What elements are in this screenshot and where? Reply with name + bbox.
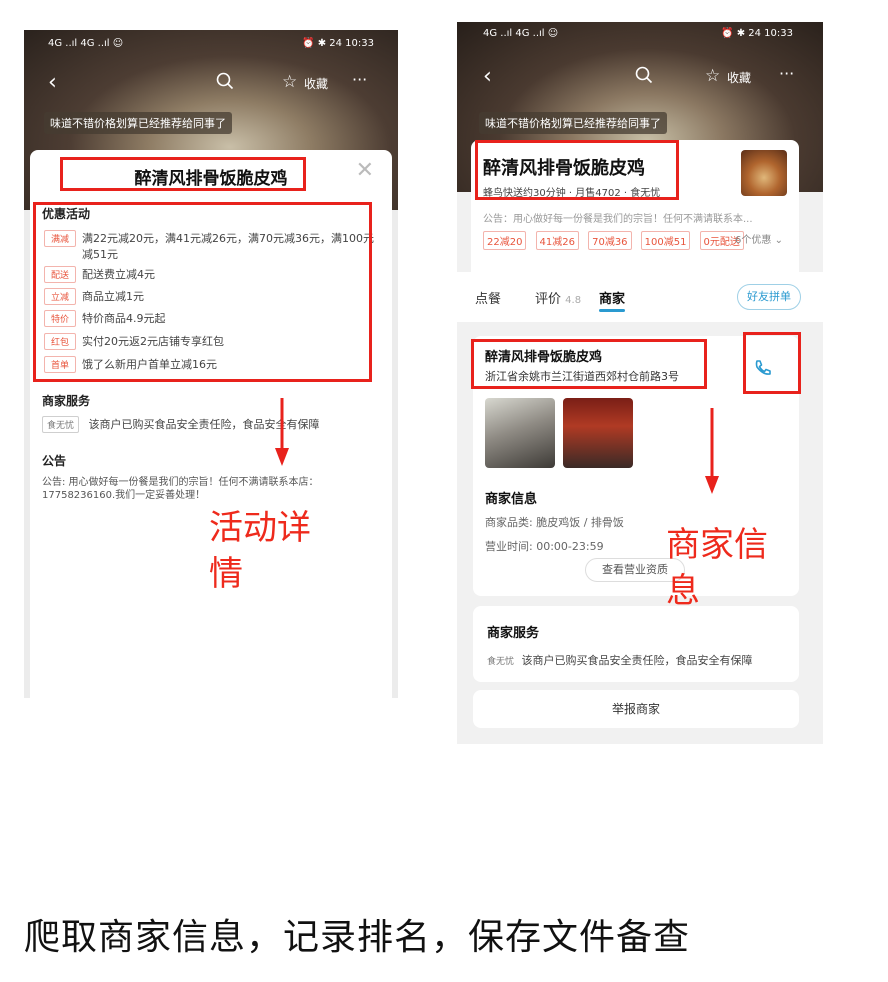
top-nav: ‹ ☆ 收藏 ··· <box>483 64 797 90</box>
service-tag: 食无忧 <box>487 657 515 667</box>
star-icon[interactable]: ☆ <box>705 66 720 86</box>
highlight-box-promotions <box>33 202 372 382</box>
storefront-photo[interactable] <box>563 398 633 468</box>
merchant-category: 商家品类: 脆皮鸡饭 / 排骨饭 <box>485 516 624 529</box>
promotion-detail-sheet: 醉清风排骨饭脆皮鸡 ✕ 优惠活动 满减 满22元减20元，满41元减26元，满7… <box>30 150 392 698</box>
info-heading: 商家信息 <box>485 492 538 507</box>
coupon-tag[interactable]: 70减36 <box>588 231 632 250</box>
favorite-label[interactable]: 收藏 <box>727 69 751 86</box>
annotation-activity-detail: 活动详情 <box>209 508 311 594</box>
left-phone-screenshot: 4G ..ıl 4G ..ıl ☺ ⏰ ✱ 24 10:33 ‹ ☆ 收藏 ··… <box>24 30 398 698</box>
service-row: 食无忧 该商户已购买食品安全责任险，食品安全有保障 <box>487 652 753 668</box>
business-hours: 营业时间: 00:00-23:59 <box>485 540 604 553</box>
highlight-box-phone <box>743 332 801 394</box>
service-tag: 食无忧 <box>42 416 80 433</box>
status-bar: 4G ..ıl 4G ..ıl ☺ ⏰ ✱ 24 10:33 <box>483 28 793 42</box>
notice-heading: 公告 <box>42 454 67 468</box>
caption: 爬取商家信息，记录排名，保存文件备查 <box>24 917 691 958</box>
coupon-tag[interactable]: 22减20 <box>483 231 527 250</box>
service-heading: 商家服务 <box>487 626 540 641</box>
coupon-list: 22减20 41减26 70减36 100减51 0元配送 <box>483 230 748 250</box>
more-icon[interactable]: ··· <box>352 70 367 89</box>
search-icon[interactable] <box>216 72 234 95</box>
favorite-label[interactable]: 收藏 <box>304 75 328 92</box>
coupon-tag[interactable]: 41减26 <box>535 231 579 250</box>
arrow-down-icon <box>275 398 289 466</box>
tab-reviews-label: 评价 <box>535 292 562 307</box>
highlight-box-shop-name <box>475 140 679 200</box>
tab-merchant[interactable]: 商家 <box>599 288 625 307</box>
service-text: 该商户已购买食品安全责任险，食品安全有保障 <box>521 654 753 667</box>
back-icon[interactable]: ‹ <box>48 70 57 95</box>
status-time: ⏰ ✱ 24 10:33 <box>721 28 793 39</box>
report-merchant-button[interactable]: 举报商家 <box>473 690 799 728</box>
back-icon[interactable]: ‹ <box>483 64 492 89</box>
more-offers[interactable]: 6个优惠 ⌄ <box>735 231 783 246</box>
arrow-down-icon <box>705 408 719 494</box>
tab-reviews[interactable]: 评价 4.8 <box>535 288 581 307</box>
highlight-box-title <box>60 157 306 191</box>
rating-badge: 4.8 <box>565 295 582 306</box>
star-icon[interactable]: ☆ <box>282 72 297 92</box>
top-nav: ‹ ☆ 收藏 ··· <box>48 70 374 96</box>
service-card: 商家服务 食无忧 该商户已购买食品安全责任险，食品安全有保障 <box>473 606 799 682</box>
tab-active-indicator <box>599 309 625 312</box>
review-banner: 味道不错价格划算已经推荐给同事了 <box>44 112 232 134</box>
status-time: ⏰ ✱ 24 10:33 <box>302 38 374 49</box>
review-banner: 味道不错价格划算已经推荐给同事了 <box>479 112 667 134</box>
search-icon[interactable] <box>635 66 653 89</box>
close-icon[interactable]: ✕ <box>356 158 374 183</box>
right-phone-screenshot: 4G ..ıl 4G ..ıl ☺ ⏰ ✱ 24 10:33 ‹ ☆ 收藏 ··… <box>457 22 823 744</box>
notice-text: 公告: 用心做好每一份餐是我们的宗旨！任何不满请联系本店：17758236160… <box>42 477 319 501</box>
annotation-merchant-info: 商家信息 <box>666 525 768 611</box>
more-offers-label: 6个优惠 <box>735 235 772 246</box>
notice-short: 公告：用心做好每一份餐是我们的宗旨！任何不满请联系本... <box>483 214 753 225</box>
shop-logo <box>741 150 787 196</box>
shop-header-card: 醉清风排骨饭脆皮鸡 蜂鸟快送约30分钟 · 月售4702 · 食无忧 公告：用心… <box>471 140 799 280</box>
status-bar: 4G ..ıl 4G ..ıl ☺ ⏰ ✱ 24 10:33 <box>48 38 374 52</box>
coupon-tag[interactable]: 100减51 <box>640 231 691 250</box>
status-signal: 4G ..ıl 4G ..ıl ☺ <box>483 28 559 39</box>
more-icon[interactable]: ··· <box>779 64 794 83</box>
storefront-photo[interactable] <box>485 398 555 468</box>
chevron-down-icon: ⌄ <box>774 235 783 246</box>
status-signal: 4G ..ıl 4G ..ıl ☺ <box>48 38 124 49</box>
service-heading: 商家服务 <box>42 394 91 408</box>
group-order-button[interactable]: 好友拼单 <box>737 284 801 310</box>
tab-order[interactable]: 点餐 <box>475 288 501 307</box>
tab-bar: 点餐 评价 4.8 商家 好友拼单 <box>457 272 823 322</box>
highlight-box-address <box>471 339 707 389</box>
